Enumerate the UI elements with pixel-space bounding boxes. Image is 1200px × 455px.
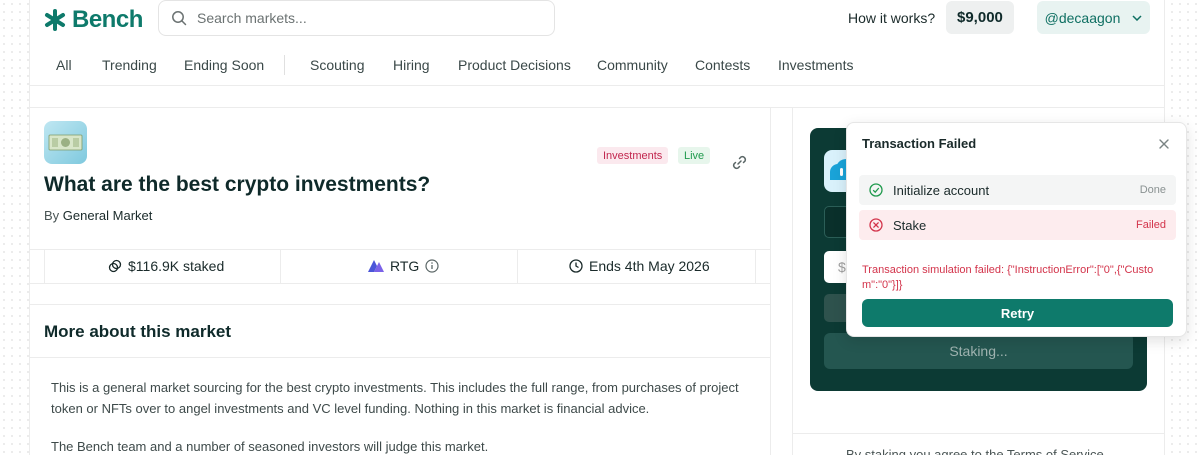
staked-stat: $116.9K staked — [108, 258, 224, 274]
about-top-divider — [29, 304, 770, 305]
nav-item-ending-soon[interactable]: Ending Soon — [184, 57, 264, 73]
rtg-token-icon — [368, 260, 384, 272]
about-title-divider — [29, 357, 770, 358]
stats-bottom-divider — [29, 283, 770, 284]
end-date-stat: Ends 4th May 2026 — [569, 258, 710, 274]
info-icon[interactable] — [425, 259, 439, 273]
step-status: Done — [1139, 184, 1166, 196]
market-description-2: The Bench team and a number of seasoned … — [51, 439, 489, 454]
stat-divider — [280, 249, 281, 283]
check-circle-icon — [869, 183, 883, 197]
nav-item-scouting[interactable]: Scouting — [310, 57, 364, 73]
logo-text: Bench — [72, 6, 143, 33]
category-tag[interactable]: Investments — [597, 147, 669, 164]
step-label: Stake — [893, 217, 927, 233]
clock-icon — [569, 259, 583, 273]
asterisk-logo-icon — [45, 9, 65, 31]
header-divider — [29, 85, 1165, 86]
staked-amount: $116.9K staked — [128, 258, 225, 274]
nav-divider — [284, 55, 285, 75]
chevron-down-icon — [1132, 14, 1142, 21]
end-date: Ends 4th May 2026 — [589, 258, 710, 274]
coins-icon — [108, 259, 122, 273]
nav-item-hiring[interactable]: Hiring — [393, 57, 430, 73]
staking-button[interactable]: Staking... — [824, 333, 1133, 369]
market-description: This is a general market sourcing for th… — [51, 380, 739, 416]
step-status: Failed — [1136, 219, 1166, 231]
step-label: Initialize account — [893, 182, 990, 198]
content-top-divider — [29, 107, 1165, 108]
x-circle-icon — [869, 218, 883, 232]
terms-divider — [792, 433, 1165, 434]
search-bar[interactable] — [158, 0, 555, 36]
search-icon — [172, 11, 187, 26]
stat-divider — [755, 249, 756, 283]
market-title: What are the best crypto investments? — [44, 173, 431, 196]
market-image — [44, 121, 87, 164]
dollar-bill-icon — [48, 134, 83, 151]
sidebar-divider — [792, 107, 793, 455]
nav-item-all[interactable]: All — [56, 57, 72, 73]
search-input[interactable] — [197, 10, 537, 26]
retry-button[interactable]: Retry — [862, 299, 1173, 327]
bench-logo[interactable]: Bench — [44, 6, 143, 34]
nav-item-contests[interactable]: Contests — [695, 57, 750, 73]
nav-item-product-decisions[interactable]: Product Decisions — [458, 57, 571, 73]
how-it-works-link[interactable]: How it works? — [848, 10, 935, 26]
status-badge: Live — [678, 147, 711, 164]
link-icon[interactable] — [731, 154, 748, 171]
step-initialize-account: Initialize account Done — [859, 175, 1176, 205]
close-icon[interactable] — [1157, 137, 1171, 151]
market-author: By General Market — [44, 208, 152, 223]
about-title: More about this market — [44, 322, 232, 341]
stats-top-divider — [29, 249, 770, 250]
modal-title: Transaction Failed — [862, 136, 977, 151]
nav-item-trending[interactable]: Trending — [102, 57, 157, 73]
token-name: RTG — [390, 258, 420, 274]
author-name[interactable]: General Market — [63, 208, 153, 223]
token-stat: RTG — [368, 258, 439, 274]
column-divider — [770, 107, 771, 455]
nav-item-investments[interactable]: Investments — [778, 57, 853, 73]
user-menu-button[interactable]: @decaagon — [1037, 1, 1150, 34]
balance-badge[interactable]: $9,000 — [946, 1, 1014, 34]
terms-text: By staking you agree to the Terms of Ser… — [846, 447, 1104, 455]
by-prefix: By — [44, 208, 60, 223]
error-message: Transaction simulation failed: {"Instruc… — [862, 264, 1154, 291]
stat-divider — [44, 249, 45, 283]
stat-divider — [517, 249, 518, 283]
nav-item-community[interactable]: Community — [597, 57, 668, 73]
username: @decaagon — [1044, 9, 1121, 26]
transaction-failed-modal: Transaction Failed Initialize account Do… — [846, 122, 1187, 337]
step-stake: Stake Failed — [859, 210, 1176, 240]
